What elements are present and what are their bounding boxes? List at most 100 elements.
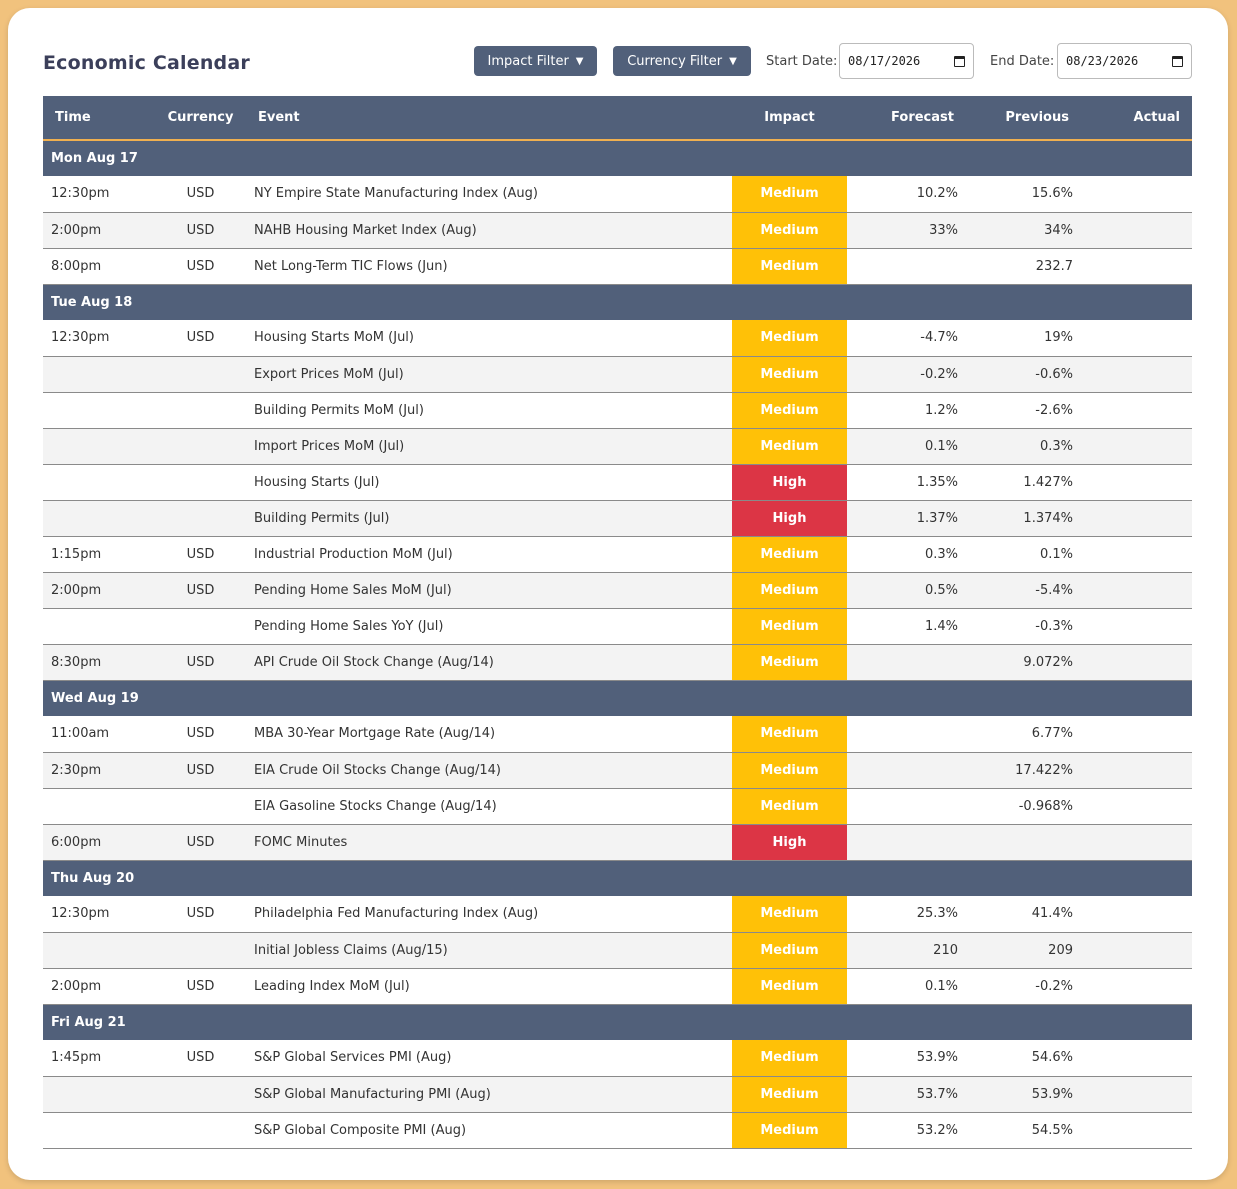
event-forecast: 10.2% xyxy=(847,176,962,213)
event-forecast xyxy=(847,824,962,861)
event-previous: 6.77% xyxy=(962,716,1077,753)
table-row[interactable]: S&P Global Manufacturing PMI (Aug) Medium… xyxy=(43,1076,1192,1113)
event-currency: USD xyxy=(153,716,248,753)
calendar-icon[interactable] xyxy=(1172,55,1183,67)
table-row[interactable]: 2:30pm USD EIA Crude Oil Stocks Change (Au… xyxy=(43,752,1192,789)
table-row[interactable]: 11:00am USD MBA 30-Year Mortgage Rate (Aug… xyxy=(43,716,1192,753)
event-actual xyxy=(1077,608,1192,645)
event-time: 1:45pm xyxy=(43,1040,153,1077)
impact-badge: Medium xyxy=(732,176,847,213)
event-actual xyxy=(1077,644,1192,681)
impact-badge: Medium xyxy=(732,248,847,285)
event-actual xyxy=(1077,752,1192,789)
event-forecast: -4.7% xyxy=(847,320,962,357)
day-header-row: Wed Aug 19 xyxy=(43,680,1192,716)
table-row[interactable]: Export Prices MoM (Jul) Medium -0.2% -0.6% xyxy=(43,356,1192,393)
event-previous: -0.2% xyxy=(962,968,1077,1005)
event-time: 2:00pm xyxy=(43,572,153,609)
event-time: 6:00pm xyxy=(43,824,153,861)
event-forecast: -0.2% xyxy=(847,356,962,393)
col-header-time: Time xyxy=(43,96,153,141)
col-header-actual: Actual xyxy=(1077,96,1192,141)
event-actual xyxy=(1077,1112,1192,1149)
table-row[interactable]: Housing Starts (Jul) High 1.35% 1.427% xyxy=(43,464,1192,501)
event-actual xyxy=(1077,1076,1192,1113)
event-actual xyxy=(1077,824,1192,861)
table-row[interactable]: 2:00pm USD Leading Index MoM (Jul) Medium 0.… xyxy=(43,968,1192,1005)
event-previous: -5.4% xyxy=(962,572,1077,609)
event-time: 2:30pm xyxy=(43,752,153,789)
event-forecast: 25.3% xyxy=(847,896,962,933)
event-forecast: 1.4% xyxy=(847,608,962,645)
table-row[interactable]: Building Permits (Jul) High 1.37% 1.374% xyxy=(43,500,1192,537)
day-header-row: Thu Aug 20 xyxy=(43,860,1192,896)
event-currency xyxy=(153,392,248,429)
event-name: EIA Crude Oil Stocks Change (Aug/14) xyxy=(248,752,732,789)
event-forecast xyxy=(847,716,962,753)
table-row[interactable]: Pending Home Sales YoY (Jul) Medium 1.4% -0… xyxy=(43,608,1192,645)
table-row[interactable]: Initial Jobless Claims (Aug/15) Medium 210… xyxy=(43,932,1192,969)
event-previous: -0.968% xyxy=(962,788,1077,825)
impact-filter-button[interactable]: Impact Filter ▼ xyxy=(474,46,597,76)
start-date-value: 08/17/2026 xyxy=(848,54,921,68)
impact-badge: High xyxy=(732,500,847,537)
event-currency xyxy=(153,500,248,537)
event-actual xyxy=(1077,248,1192,285)
events-table: Time Currency Event Impact Forecast Prev… xyxy=(43,96,1192,1149)
event-previous: 0.1% xyxy=(962,536,1077,573)
event-name: EIA Gasoline Stocks Change (Aug/14) xyxy=(248,788,732,825)
event-previous: 54.6% xyxy=(962,1040,1077,1077)
end-date-input[interactable]: 08/23/2026 xyxy=(1057,43,1192,79)
event-previous: 34% xyxy=(962,212,1077,249)
event-currency: USD xyxy=(153,320,248,357)
event-name: Pending Home Sales YoY (Jul) xyxy=(248,608,732,645)
event-time xyxy=(43,788,153,825)
table-row[interactable]: 6:00pm USD FOMC Minutes High xyxy=(43,824,1192,861)
event-actual xyxy=(1077,536,1192,573)
event-currency: USD xyxy=(153,176,248,213)
calendar-header: Economic Calendar Impact Filter ▼ Curren… xyxy=(43,42,1192,82)
table-row[interactable]: S&P Global Composite PMI (Aug) Medium 53.2… xyxy=(43,1112,1192,1149)
impact-badge: Medium xyxy=(732,716,847,753)
table-row[interactable]: Import Prices MoM (Jul) Medium 0.1% 0.3% xyxy=(43,428,1192,465)
event-time xyxy=(43,932,153,969)
table-row[interactable]: 1:15pm USD Industrial Production MoM (Jul)… xyxy=(43,536,1192,573)
table-row[interactable]: 12:30pm USD NY Empire State Manufacturing … xyxy=(43,176,1192,213)
col-header-event: Event xyxy=(248,96,732,141)
event-name: FOMC Minutes xyxy=(248,824,732,861)
impact-badge: Medium xyxy=(732,1112,847,1149)
table-row[interactable]: 8:30pm USD API Crude Oil Stock Change (Aug… xyxy=(43,644,1192,681)
event-time: 8:00pm xyxy=(43,248,153,285)
event-time xyxy=(43,392,153,429)
event-actual xyxy=(1077,392,1192,429)
event-previous: 17.422% xyxy=(962,752,1077,789)
table-row[interactable]: 2:00pm USD Pending Home Sales MoM (Jul) Med… xyxy=(43,572,1192,609)
end-date-value: 08/23/2026 xyxy=(1066,54,1139,68)
event-name: NY Empire State Manufacturing Index (Aug… xyxy=(248,176,732,213)
start-date-input[interactable]: 08/17/2026 xyxy=(839,43,974,79)
table-row[interactable]: 2:00pm USD NAHB Housing Market Index (Aug)… xyxy=(43,212,1192,249)
event-currency xyxy=(153,788,248,825)
table-row[interactable]: EIA Gasoline Stocks Change (Aug/14) Mediu… xyxy=(43,788,1192,825)
table-row[interactable]: 1:45pm USD S&P Global Services PMI (Aug) Me… xyxy=(43,1040,1192,1077)
event-currency: USD xyxy=(153,896,248,933)
table-row[interactable]: 8:00pm USD Net Long-Term TIC Flows (Jun) Me… xyxy=(43,248,1192,285)
table-row[interactable]: 12:30pm USD Housing Starts MoM (Jul) Medium… xyxy=(43,320,1192,357)
table-row[interactable]: 12:30pm USD Philadelphia Fed Manufacturing… xyxy=(43,896,1192,933)
calendar-icon[interactable] xyxy=(954,55,965,67)
table-row[interactable]: Building Permits MoM (Jul) Medium 1.2% -2.6… xyxy=(43,392,1192,429)
event-name: Export Prices MoM (Jul) xyxy=(248,356,732,393)
impact-badge: Medium xyxy=(732,896,847,933)
event-currency: USD xyxy=(153,572,248,609)
event-actual xyxy=(1077,428,1192,465)
event-currency xyxy=(153,1112,248,1149)
event-currency: USD xyxy=(153,536,248,573)
event-actual xyxy=(1077,896,1192,933)
event-actual xyxy=(1077,572,1192,609)
currency-filter-button[interactable]: Currency Filter ▼ xyxy=(613,46,751,76)
event-previous: 232.7 xyxy=(962,248,1077,285)
event-actual xyxy=(1077,464,1192,501)
event-previous xyxy=(962,824,1077,861)
table-header-row: Time Currency Event Impact Forecast Prev… xyxy=(43,96,1192,141)
event-name: Housing Starts (Jul) xyxy=(248,464,732,501)
